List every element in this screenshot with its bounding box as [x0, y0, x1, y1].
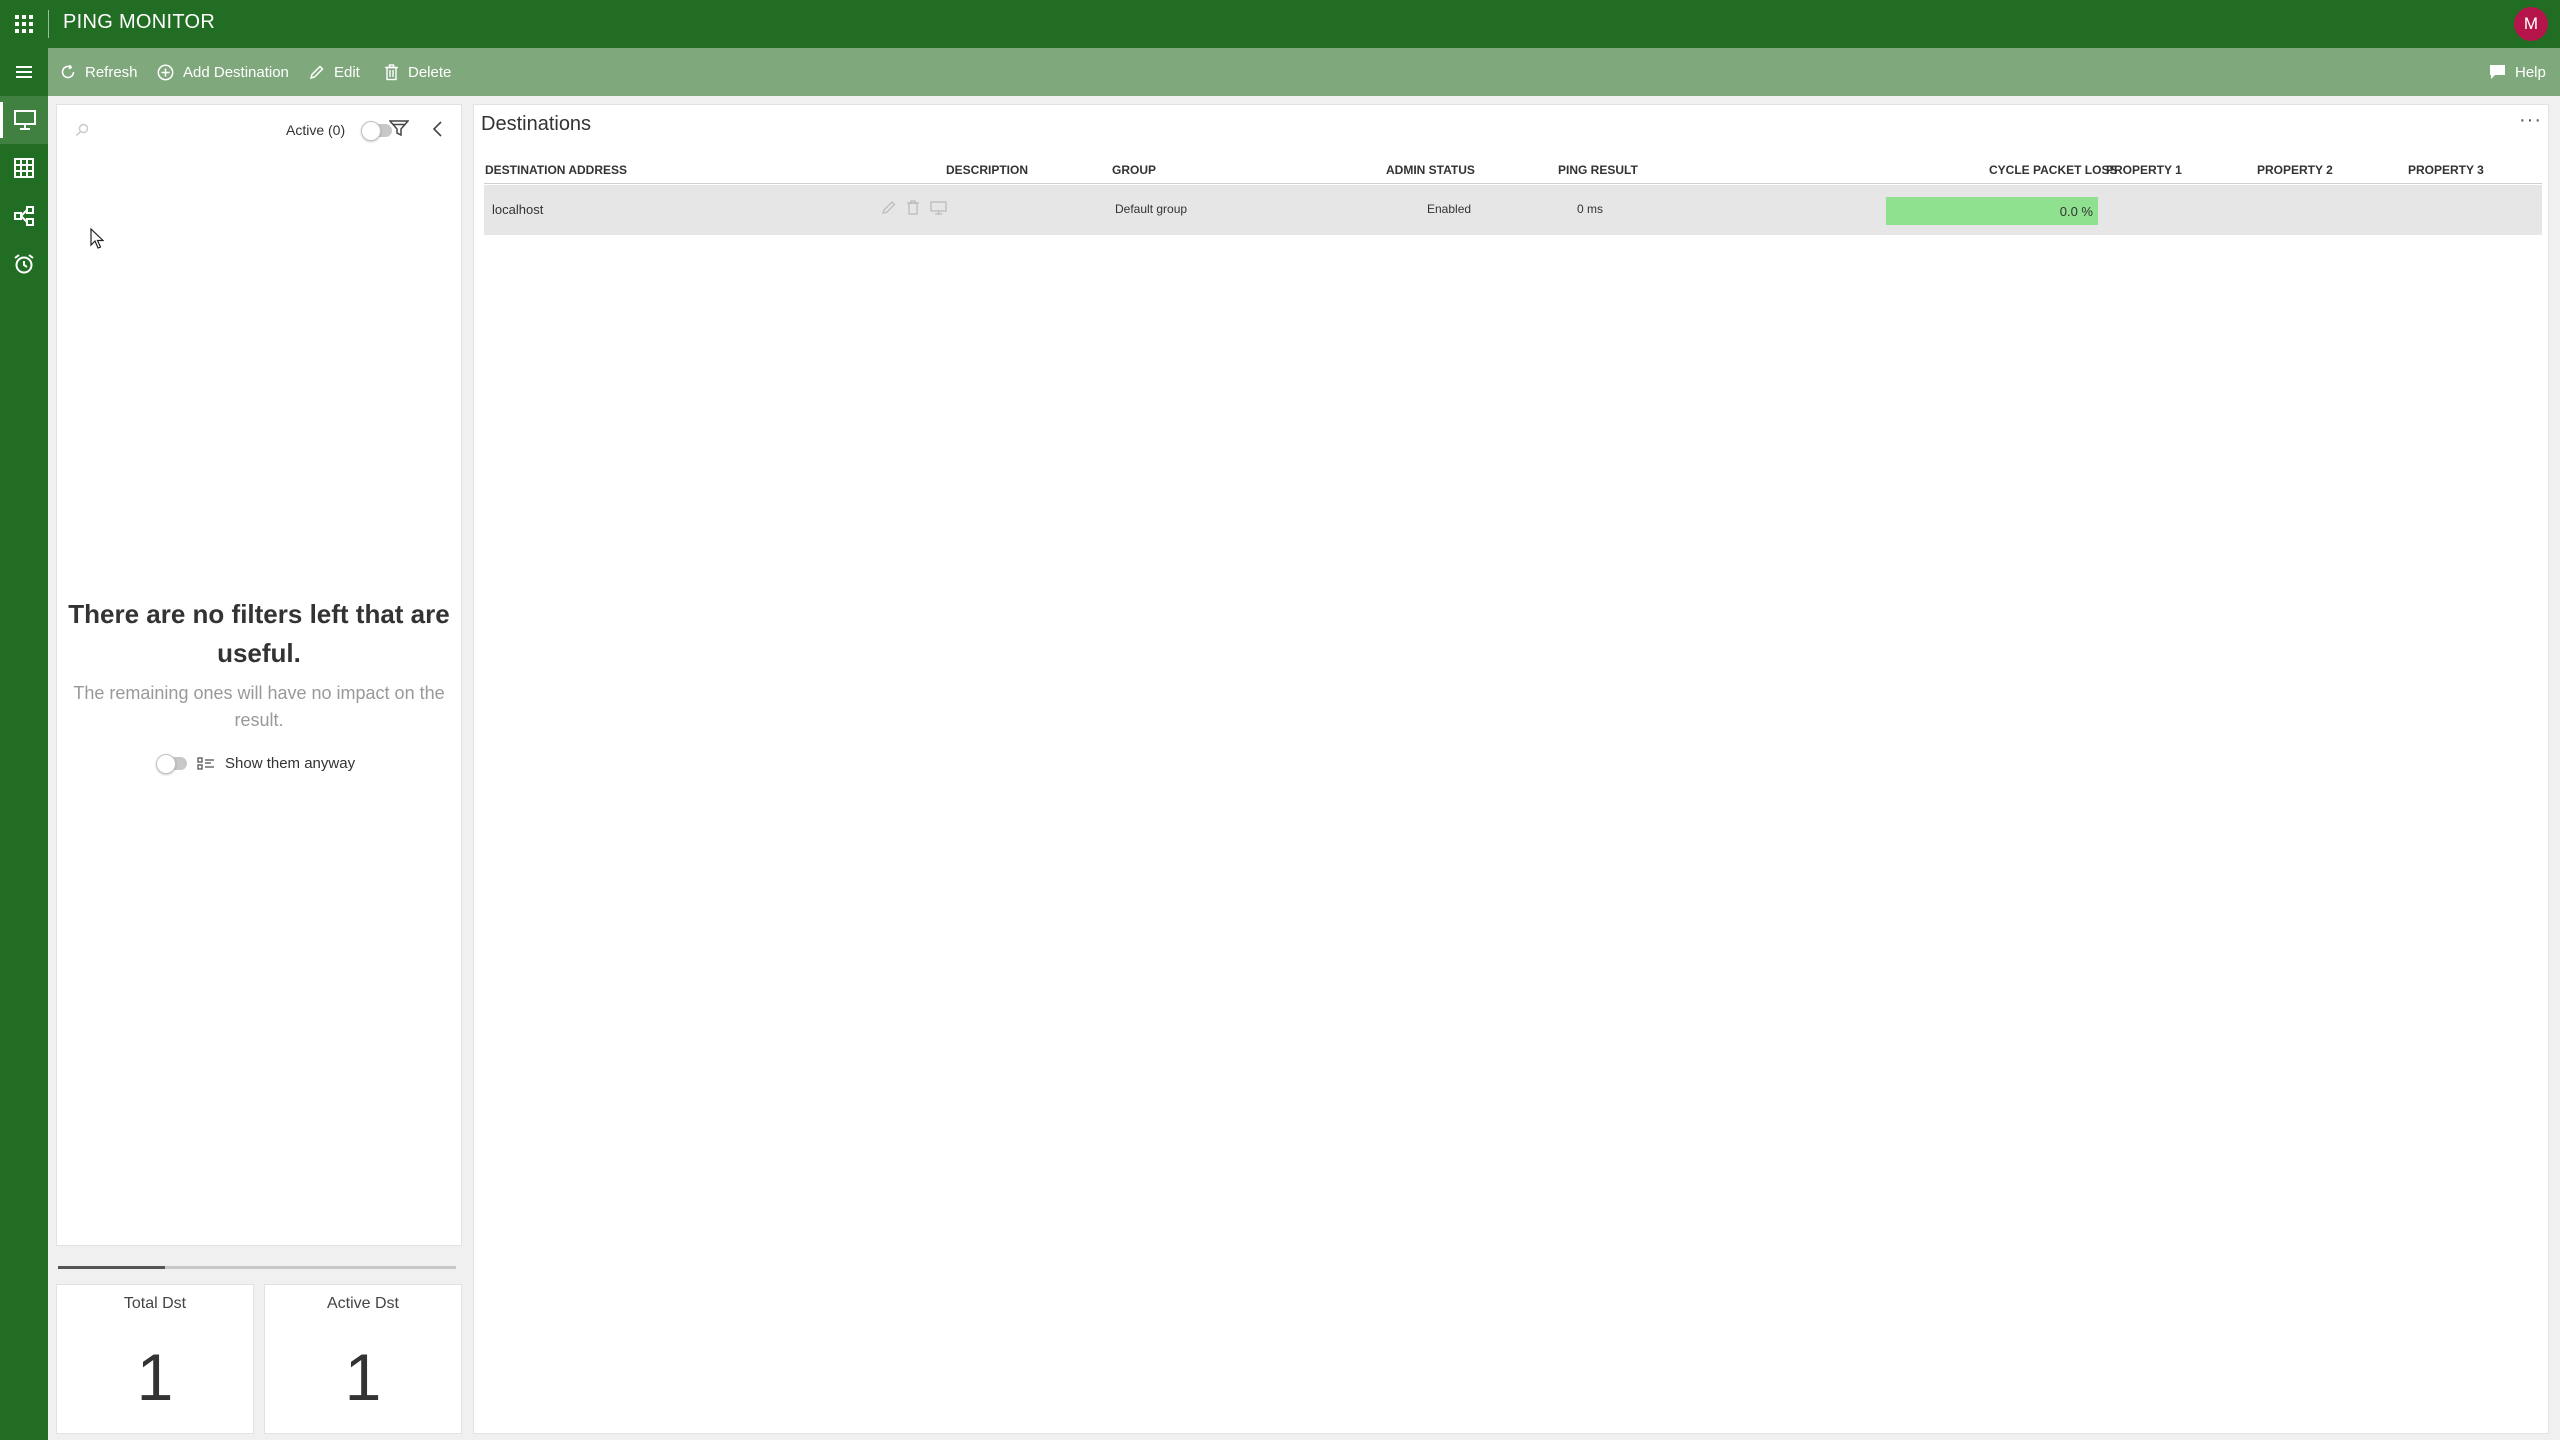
cell-packet-loss: 0.0 %: [2059, 204, 2093, 219]
column-header-description[interactable]: DESCRIPTION: [946, 163, 1028, 177]
destinations-panel: Destinations ··· DESTINATION ADDRESS DES…: [473, 104, 2549, 1434]
column-header-group[interactable]: GROUP: [1112, 163, 1156, 177]
empty-filters-subtitle: The remaining ones will have no impact o…: [73, 683, 445, 730]
row-monitor-icon[interactable]: [930, 200, 947, 216]
cell-destination-address: localhost: [492, 202, 544, 217]
help-button[interactable]: Help: [2489, 48, 2546, 96]
active-filters-toggle[interactable]: [361, 121, 392, 141]
active-destinations-value: 1: [344, 1340, 382, 1414]
add-destination-label: Add Destination: [183, 63, 289, 81]
cell-ping-result: 0 ms: [1577, 202, 1604, 216]
show-anyway-toggle[interactable]: [156, 754, 187, 774]
nav-item-grid[interactable]: [0, 144, 48, 192]
filter-funnel-icon[interactable]: [389, 119, 409, 137]
column-header-cycle-packet-loss[interactable]: CYCLE PACKET LOSS: [1989, 163, 2117, 177]
refresh-button[interactable]: Refresh: [60, 48, 138, 96]
header-divider: [48, 10, 49, 38]
column-header-property-2[interactable]: PROPERTY 2: [2257, 163, 2333, 177]
filter-panel: Active (0) There are no filters left tha…: [56, 104, 462, 1246]
row-edit-icon[interactable]: [881, 200, 897, 216]
active-filters-label: Active (0): [286, 122, 346, 138]
nav-item-alarms[interactable]: [0, 240, 48, 288]
trash-icon: [385, 63, 398, 80]
topology-icon: [14, 206, 34, 226]
nav-item-monitor[interactable]: [0, 96, 48, 144]
panel-title: Destinations: [481, 113, 592, 135]
show-anyway-control: Show them anyway: [156, 754, 356, 774]
progress-fill: [58, 1266, 166, 1269]
packet-loss-bar: 0.0 %: [1886, 197, 2098, 225]
total-destinations-label: Total Dst: [123, 1295, 187, 1312]
column-header-ping-result[interactable]: PING RESULT: [1558, 163, 1638, 177]
checklist-icon: [197, 756, 214, 770]
hamburger-icon: [16, 66, 32, 78]
toggle-knob: [361, 121, 381, 141]
active-destinations-card: Active Dst 1: [264, 1284, 462, 1434]
search-icon[interactable]: [75, 123, 89, 137]
progress-bar: [58, 1266, 456, 1269]
delete-label: Delete: [408, 63, 452, 81]
nav-item-topology[interactable]: [0, 192, 48, 240]
app-header: PING MONITOR M: [0, 0, 2560, 48]
edit-button[interactable]: Edit: [308, 48, 360, 96]
chevron-left-icon[interactable]: [431, 120, 443, 138]
column-header-destination-address[interactable]: DESTINATION ADDRESS: [485, 163, 627, 177]
app-launcher-icon[interactable]: [14, 14, 34, 34]
nav-menu-toggle[interactable]: [0, 48, 48, 96]
empty-filters-title: There are no filters left that are usefu…: [68, 599, 450, 668]
grid-icon: [14, 158, 34, 178]
pencil-icon: [309, 64, 324, 79]
add-destination-button[interactable]: Add Destination: [157, 48, 289, 96]
row-delete-icon[interactable]: [906, 200, 920, 216]
monitor-icon: [14, 110, 36, 130]
edit-label: Edit: [334, 63, 360, 81]
toggle-knob: [156, 754, 176, 774]
table-header: DESTINATION ADDRESS DESCRIPTION GROUP AD…: [484, 155, 2542, 184]
cell-group: Default group: [1115, 202, 1188, 216]
column-header-property-1[interactable]: PROPERTY 1: [2106, 163, 2182, 177]
command-bar: Refresh Add Destination Edit Delete Help: [48, 48, 2560, 96]
column-header-admin-status[interactable]: ADMIN STATUS: [1386, 163, 1475, 177]
refresh-icon: [61, 64, 75, 79]
more-options-icon[interactable]: ···: [2519, 109, 2542, 132]
chat-bubble-icon: [2490, 65, 2505, 79]
column-header-property-3[interactable]: PROPERTY 3: [2408, 163, 2484, 177]
refresh-label: Refresh: [85, 63, 138, 81]
table-row[interactable]: localhost Default group Enabled 0 ms 0.0…: [484, 185, 2542, 235]
total-destinations-card: Total Dst 1: [56, 1284, 254, 1434]
app-title: PING MONITOR: [63, 11, 216, 33]
active-destinations-label: Active Dst: [326, 1295, 399, 1312]
left-nav-rail: [0, 48, 48, 1440]
help-label: Help: [2515, 63, 2546, 81]
delete-button[interactable]: Delete: [384, 48, 451, 96]
show-anyway-label: Show them anyway: [225, 755, 356, 772]
alarm-clock-icon: [14, 254, 34, 274]
mouse-cursor-icon: [90, 228, 104, 249]
user-avatar[interactable]: M: [2514, 7, 2548, 41]
total-destinations-value: 1: [136, 1340, 174, 1414]
add-circle-icon: [157, 64, 174, 80]
cell-admin-status: Enabled: [1427, 202, 1472, 216]
